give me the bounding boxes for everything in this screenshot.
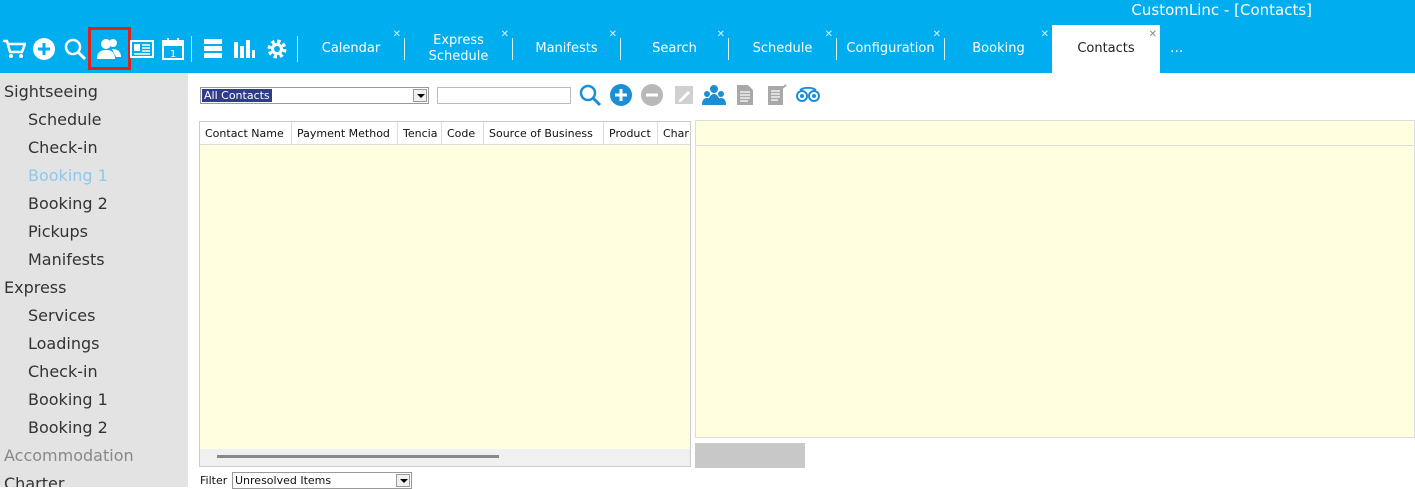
column-header[interactable]: Source of Business [484,122,604,145]
sidebar-item-schedule[interactable]: Schedule [28,110,102,129]
sidebar-item-express-booking-1[interactable]: Booking 1 [28,390,108,409]
sidebar-item-services[interactable]: Services [28,306,95,325]
add-icon[interactable] [31,35,57,63]
column-header[interactable]: Payment Method [292,122,398,145]
divider [696,145,1414,146]
tab-label: Configuration [846,41,935,56]
tab-label: Express Schedule [428,33,489,64]
sidebar: Sightseeing Schedule Check-in Booking 1 … [0,73,188,487]
toolbar-separator [191,36,192,62]
tripadvisor-icon[interactable] [795,82,821,108]
close-icon[interactable]: ✕ [1041,27,1049,43]
contacts-icon[interactable] [96,35,122,63]
tab-manifests[interactable]: Manifests ✕ [513,25,620,73]
sidebar-item-charter[interactable]: Charter [4,474,64,487]
contact-detail-panel [695,120,1415,438]
column-header[interactable]: Product [604,122,658,145]
close-icon[interactable]: ✕ [393,27,401,43]
server-icon[interactable] [200,35,226,63]
select-value: All Contacts [202,89,272,102]
tab-express-schedule[interactable]: Express Schedule ✕ [405,25,512,73]
column-header[interactable]: Contact Name [200,122,292,145]
filter-value: Unresolved Items [235,474,332,487]
sidebar-item-booking-2[interactable]: Booking 2 [28,194,108,213]
cart-icon[interactable] [1,35,27,63]
close-icon[interactable]: ✕ [1149,27,1157,43]
tab-label: Calendar [321,41,381,56]
close-icon[interactable]: ✕ [825,27,833,43]
contacts-icon[interactable] [701,82,727,108]
window-title: CustomLinc - [Contacts] [1131,1,1312,19]
contacts-filter-select[interactable]: All Contacts [200,87,429,104]
column-header[interactable]: Code [442,122,484,145]
tab-label: Manifests [535,41,598,56]
sidebar-item-check-in[interactable]: Check-in [28,138,98,157]
sidebar-item-manifests[interactable]: Manifests [28,250,105,269]
column-header[interactable]: Char [658,122,690,145]
sidebar-item-booking-1[interactable]: Booking 1 [28,166,108,185]
filter-label: Filter [200,474,228,487]
sidebar-item-express-booking-2[interactable]: Booking 2 [28,418,108,437]
sidebar-item-express-check-in[interactable]: Check-in [28,362,98,381]
sidebar-item-sightseeing[interactable]: Sightseeing [4,82,98,101]
tab-contacts[interactable]: Contacts ✕ [1052,25,1160,73]
close-icon[interactable]: ✕ [933,27,941,43]
close-icon[interactable]: ✕ [609,27,617,43]
scrollbar-thumb[interactable] [217,455,499,458]
sidebar-item-accommodation[interactable]: Accommodation [4,446,134,465]
edit-icon[interactable] [671,82,697,108]
sidebar-item-pickups[interactable]: Pickups [28,222,88,241]
tab-schedule[interactable]: Schedule ✕ [729,25,836,73]
search-input[interactable] [437,87,571,104]
remove-icon[interactable] [639,82,665,108]
id-card-icon[interactable] [129,35,155,63]
tab-label: Contacts [1077,41,1135,56]
close-icon[interactable]: ✕ [501,27,509,43]
tab-search[interactable]: Search ✕ [621,25,728,73]
close-icon[interactable]: ✕ [717,27,725,43]
svg-text:1: 1 [170,49,176,60]
sidebar-item-loadings[interactable]: Loadings [28,334,99,353]
contacts-grid: Contact Name Payment Method Tencia Code … [199,121,691,467]
more-tabs[interactable]: ... [1170,40,1183,56]
add-icon[interactable] [608,82,634,108]
tab-configuration[interactable]: Configuration ✕ [837,25,944,73]
detail-button[interactable] [695,443,805,468]
notes-icon[interactable] [764,82,790,108]
calendar-icon[interactable]: 1 [160,35,186,63]
main-toolbar: 1 Calendar ✕ Express Schedule ✕ Manifests ✕… [0,25,1415,73]
tab-calendar[interactable]: Calendar ✕ [298,25,404,73]
bar-chart-icon[interactable] [231,35,257,63]
grid-header: Contact Name Payment Method Tencia Code … [200,122,690,145]
tab-label: Schedule [752,41,813,56]
tab-label: Booking [972,41,1025,56]
document-icon[interactable] [732,82,758,108]
gear-icon[interactable] [264,35,290,63]
horizontal-scrollbar[interactable] [200,449,690,466]
chevron-down-icon[interactable] [413,89,427,102]
search-icon[interactable] [62,35,88,63]
sidebar-item-express[interactable]: Express [4,278,66,297]
tab-label: Search [652,41,697,56]
title-bar: CustomLinc - [Contacts] [0,0,1415,25]
filter-select[interactable]: Unresolved Items [232,472,412,489]
tab-booking[interactable]: Booking ✕ [945,25,1052,73]
chevron-down-icon[interactable] [396,474,410,487]
search-icon[interactable] [577,82,603,108]
column-header[interactable]: Tencia [398,122,442,145]
